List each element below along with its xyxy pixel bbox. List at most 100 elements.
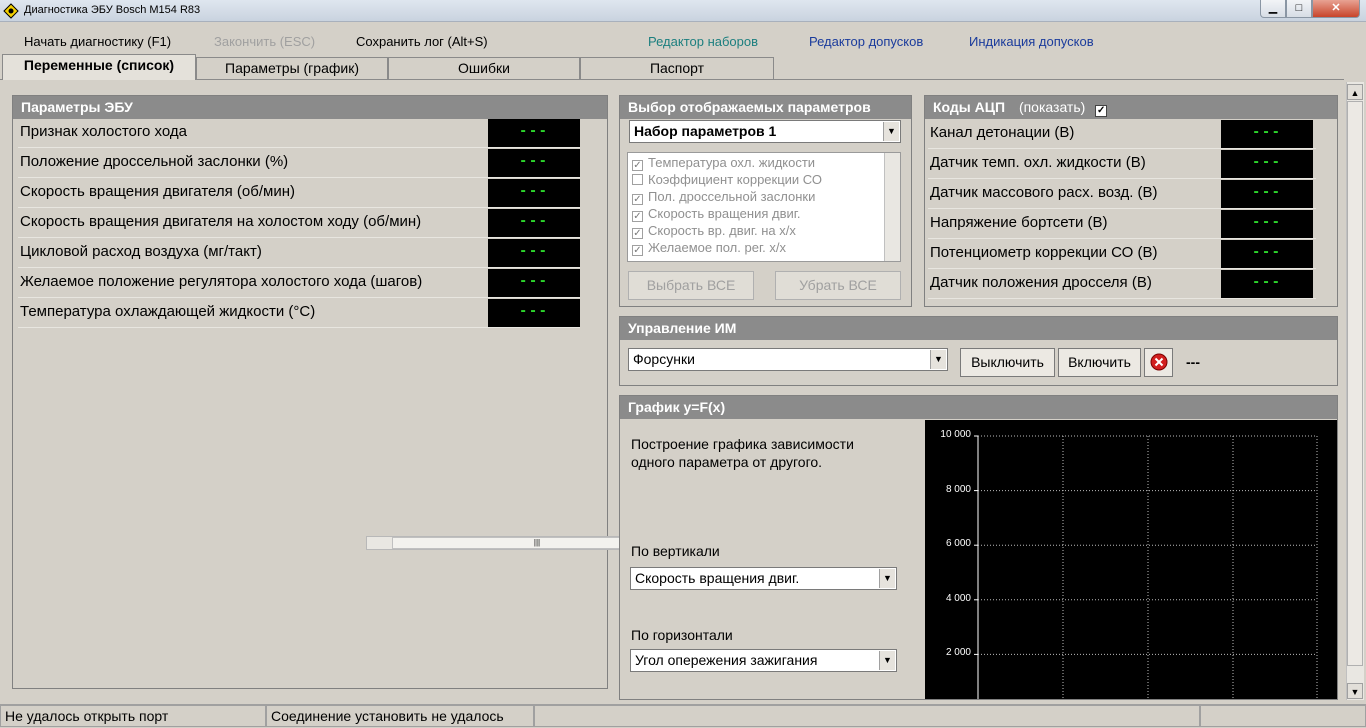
horizontal-param-dropdown[interactable]: Угол опережения зажигания ▼ [630,649,897,672]
finish-button[interactable]: Закончить (ESC) [214,34,315,49]
actuator-title: Управление ИМ [620,317,1337,340]
scroll-up-icon[interactable]: ▲ [1347,84,1363,100]
adc-show-checkbox[interactable]: ✓ [1095,105,1108,117]
chevron-down-icon: ▼ [879,569,895,588]
adc-header: Коды АЦП (показать) ✓ [925,96,1337,119]
checkbox[interactable]: ✓ [632,228,643,239]
actuator-dropdown[interactable]: Форсунки ▼ [628,348,948,371]
adc-label: Канал детонации (В) [930,124,1075,141]
app-icon [3,3,19,19]
adc-value: --- [1221,120,1313,148]
ecu-param-label: Желаемое положение регулятора холостого … [20,273,423,290]
vertical-param-dropdown[interactable]: Скорость вращения двиг. ▼ [630,567,897,590]
horizontal-param-value: Угол опережения зажигания [635,652,818,668]
checkbox[interactable] [632,174,643,185]
ecu-param-label: Температура охлаждающей жидкости (°С) [20,303,316,320]
param-checklist-label: Скорость вр. двиг. на х/х [648,223,796,238]
chevron-down-icon: ▼ [883,122,899,141]
ecu-param-value: --- [488,269,580,297]
param-checklist[interactable]: ✓ Температура охл. жидкости Коэффициент ко… [627,152,901,262]
checkbox[interactable]: ✓ [632,245,643,256]
adc-value: --- [1221,210,1313,238]
title-bar: Диагностика ЭБУ Bosch M154 R83 ▁ □ ✕ [0,0,1366,22]
ecu-param-value: --- [488,209,580,237]
tab-variables-list[interactable]: Переменные (список) [2,54,196,80]
chart-y-tick-label: 2 000 [945,647,971,659]
tab-divider [0,79,1344,80]
tab-passport[interactable]: Паспорт [580,57,774,79]
checkbox[interactable]: ✓ [632,194,643,205]
tolerance-editor-link[interactable]: Редактор допусков [809,34,923,49]
adc-label: Напряжение бортсети (В) [930,214,1108,231]
window-title: Диагностика ЭБУ Bosch M154 R83 [24,4,201,16]
graph-description: Построение графика зависимости одного па… [631,436,854,470]
status-port: Не удалось открыть порт [0,705,266,727]
ecu-param-value: --- [488,119,580,147]
adc-label: Датчик положения дросселя (В) [930,274,1152,291]
chevron-down-icon: ▼ [930,350,946,369]
param-checklist-item[interactable]: ✓ Скорость вр. двиг. на х/х [632,223,796,240]
chevron-down-icon: ▼ [879,651,895,670]
set-editor-link[interactable]: Редактор наборов [648,34,758,49]
page-scroll-thumb[interactable] [1347,101,1363,666]
adc-label: Потенциометр коррекции СО (В) [930,244,1158,261]
ecu-params-title: Параметры ЭБУ [13,96,607,119]
remove-all-button[interactable]: Убрать ВСЕ [775,271,901,300]
ecu-param-value: --- [488,149,580,177]
graph-title: График y=F(x) [620,396,1337,419]
turn-off-button[interactable]: Выключить [960,348,1055,377]
param-checklist-label: Температура охл. жидкости [648,155,816,170]
ecu-param-value: --- [488,179,580,207]
tab-errors[interactable]: Ошибки [388,57,580,79]
param-checklist-item[interactable]: ✓ Температура охл. жидкости [632,155,815,172]
select-all-button[interactable]: Выбрать ВСЕ [628,271,754,300]
param-checklist-item[interactable]: ✓ Пол. дроссельной заслонки [632,189,815,206]
horizontal-axis-label: По горизонтали [631,627,733,643]
ecu-param-label: Скорость вращения двигателя (об/мин) [20,183,295,200]
stop-icon [1150,353,1167,371]
status-empty [534,705,1200,727]
turn-on-button[interactable]: Включить [1058,348,1141,377]
chart-y-tick-label: 4 000 [945,592,971,604]
chart-grid [974,435,1318,699]
save-log-button[interactable]: Сохранить лог (Alt+S) [356,34,488,49]
param-checklist-item[interactable]: ✓ Скорость вращения двиг. [632,206,801,223]
ecu-param-value: --- [488,239,580,267]
ecu-param-label: Скорость вращения двигателя на холостом … [20,213,422,230]
scroll-down-icon[interactable]: ▼ [1347,683,1363,699]
checkbox[interactable]: ✓ [632,160,643,171]
minimize-button[interactable]: ▁ [1260,0,1286,18]
param-checklist-label: Желаемое пол. рег. х/х [648,240,786,255]
param-select-title: Выбор отображаемых параметров [620,96,911,119]
maximize-button[interactable]: □ [1286,0,1312,18]
adc-value: --- [1221,150,1313,178]
actuator-value: Форсунки [633,351,695,367]
vertical-param-value: Скорость вращения двиг. [635,570,800,586]
checklist-scrollbar[interactable] [884,153,900,261]
tab-parameters-chart[interactable]: Параметры (график) [196,57,388,79]
checkbox[interactable]: ✓ [632,211,643,222]
adc-value: --- [1221,240,1313,268]
chart-y-tick-label: 10 000 [940,429,971,440]
param-checklist-label: Пол. дроссельной заслонки [648,189,816,204]
adc-title: Коды АЦП [933,99,1006,115]
param-checklist-item[interactable]: Коэффициент коррекции СО [632,172,822,189]
stop-button[interactable] [1144,348,1173,377]
adc-value: --- [1221,270,1313,298]
param-checklist-label: Скорость вращения двиг. [648,206,801,221]
adc-label: Датчик темп. охл. жидкости (В) [930,154,1146,171]
status-connection: Соединение установить не удалось [266,705,534,727]
ecu-param-value: --- [488,299,580,327]
start-diagnostics-button[interactable]: Начать диагностику (F1) [24,34,171,49]
ecu-param-label: Признак холостого хода [20,123,187,140]
ecu-param-label: Цикловой расход воздуха (мг/такт) [20,243,262,260]
adc-show-label: (показать) [1018,99,1086,115]
param-set-dropdown[interactable]: Набор параметров 1 ▼ [629,120,901,143]
tolerance-indication-link[interactable]: Индикация допусков [969,34,1094,49]
param-checklist-item[interactable]: ✓ Желаемое пол. рег. х/х [632,240,786,257]
param-set-value: Набор параметров 1 [634,123,777,139]
ecu-param-label: Положение дроссельной заслонки (%) [20,153,289,170]
param-checklist-label: Коэффициент коррекции СО [648,172,823,187]
close-button[interactable]: ✕ [1312,0,1360,18]
adc-value: --- [1221,180,1313,208]
